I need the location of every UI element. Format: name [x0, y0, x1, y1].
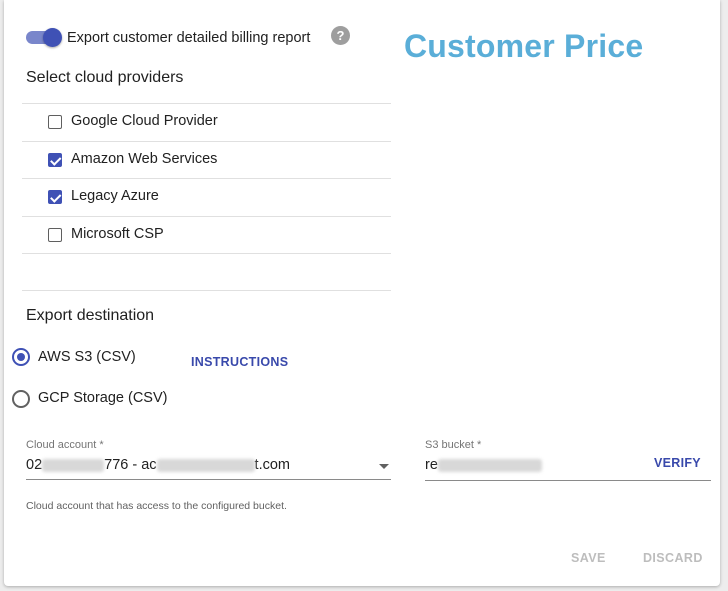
- google-checkbox[interactable]: [48, 115, 62, 129]
- billing-export-card: [4, 0, 720, 586]
- provider-row-google[interactable]: Google Cloud Provider: [22, 104, 391, 141]
- discard-button[interactable]: DISCARD: [643, 551, 703, 565]
- instructions-button[interactable]: INSTRUCTIONS: [191, 355, 288, 369]
- s3-bucket-input[interactable]: re: [425, 457, 542, 473]
- cloud-account-value-mid: 776 - ac: [104, 457, 157, 473]
- destination-section-title: Export destination: [26, 307, 155, 324]
- provider-row-microsoft-csp[interactable]: Microsoft CSP: [22, 217, 391, 254]
- aws-s3-radio[interactable]: [12, 348, 30, 366]
- export-report-label: Export customer detailed billing report: [67, 30, 311, 46]
- page-title: Customer Price: [404, 28, 644, 64]
- provider-label: Legacy Azure: [71, 188, 159, 204]
- cloud-account-value-suffix: t.com: [254, 457, 290, 473]
- save-button[interactable]: SAVE: [571, 551, 606, 565]
- toggle-thumb: [43, 28, 62, 47]
- aws-checkbox[interactable]: [48, 153, 62, 167]
- provider-label: Google Cloud Provider: [71, 113, 218, 129]
- cloud-account-underline: [26, 479, 391, 480]
- verify-button[interactable]: VERIFY: [654, 456, 701, 470]
- s3-bucket-underline: [425, 480, 711, 481]
- provider-row-aws[interactable]: Amazon Web Services: [22, 142, 391, 179]
- provider-label: Microsoft CSP: [71, 226, 164, 242]
- cloud-account-value-prefix: 02: [26, 457, 43, 473]
- redacted-block: [42, 458, 105, 472]
- export-report-toggle[interactable]: [26, 28, 62, 47]
- provider-row-legacy-azure[interactable]: Legacy Azure: [22, 179, 391, 216]
- cloud-account-hint: Cloud account that has access to the con…: [26, 500, 287, 512]
- question-circle-icon[interactable]: ?: [331, 26, 350, 45]
- chevron-down-icon[interactable]: [379, 464, 389, 469]
- gcp-storage-radio[interactable]: [12, 390, 30, 408]
- section-divider: [22, 290, 391, 291]
- redacted-block: [156, 458, 255, 472]
- provider-label: Amazon Web Services: [71, 151, 218, 167]
- aws-s3-radio-label[interactable]: AWS S3 (CSV): [38, 349, 136, 365]
- cloud-account-select[interactable]: 02 776 - ac t.com: [26, 457, 290, 473]
- providers-divider-bottom: [22, 253, 391, 254]
- gcp-storage-radio-label[interactable]: GCP Storage (CSV): [38, 390, 167, 406]
- redacted-block: [437, 458, 542, 472]
- microsoft-csp-checkbox[interactable]: [48, 228, 62, 242]
- s3-bucket-value-prefix: re: [425, 457, 438, 473]
- cloud-account-label: Cloud account *: [26, 439, 104, 451]
- s3-bucket-label: S3 bucket *: [425, 439, 482, 451]
- legacy-azure-checkbox[interactable]: [48, 190, 62, 204]
- providers-section-title: Select cloud providers: [26, 69, 184, 86]
